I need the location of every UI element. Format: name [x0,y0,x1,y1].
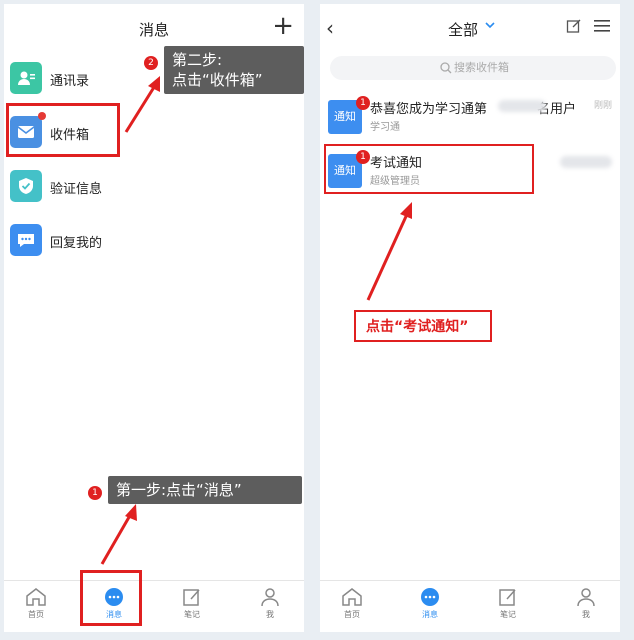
tab-label: 笔记 [500,610,516,619]
bottom-tab-bar: 首页 消息 笔记 我 [4,580,304,632]
arrow-exam-notice [366,211,410,301]
home-icon [26,588,46,606]
arrow-head-exam-notice [400,202,412,219]
right-phone-screen: ‹ 全部 搜索收件箱 通知 1 恭喜您成为学习通第 名用户 学习通 刚刚 通知 1… [320,4,620,632]
step1-tooltip: 第一步:点击“消息” [108,476,302,504]
tab-home[interactable]: 首页 [6,587,66,631]
tab-messages[interactable]: 消息 [400,587,460,631]
note-icon [183,589,200,606]
arrow-step2 [124,83,158,133]
tab-label: 我 [582,610,590,619]
tab-home[interactable]: 首页 [322,587,382,631]
tab-notes[interactable]: 笔记 [478,587,538,631]
tab-label: 我 [266,610,274,619]
tab-profile[interactable]: 我 [240,587,300,631]
left-phone-screen: 消息 + 通讯录 收件箱 验证信息 回复我的 2 第二步: 点击“收件箱” 1 … [4,4,304,632]
message-icon [421,588,439,606]
profile-icon [261,588,279,607]
step-badge: 1 [88,486,102,500]
profile-icon [577,588,595,607]
arrow-step1 [100,511,134,565]
bottom-tab-bar: 首页 消息 笔记 我 [320,580,620,632]
tab-notes[interactable]: 笔记 [162,587,222,631]
tab-label: 首页 [28,610,44,619]
note-icon [499,589,516,606]
highlight-box-messages-tab [80,570,142,626]
tab-label: 笔记 [184,610,200,619]
arrow-annotations [100,76,160,565]
exam-notice-annotation: 点击“考试通知” [354,310,492,342]
tab-profile[interactable]: 我 [556,587,616,631]
tab-label: 首页 [344,610,360,619]
tab-label: 消息 [422,610,438,619]
home-icon [342,588,362,606]
